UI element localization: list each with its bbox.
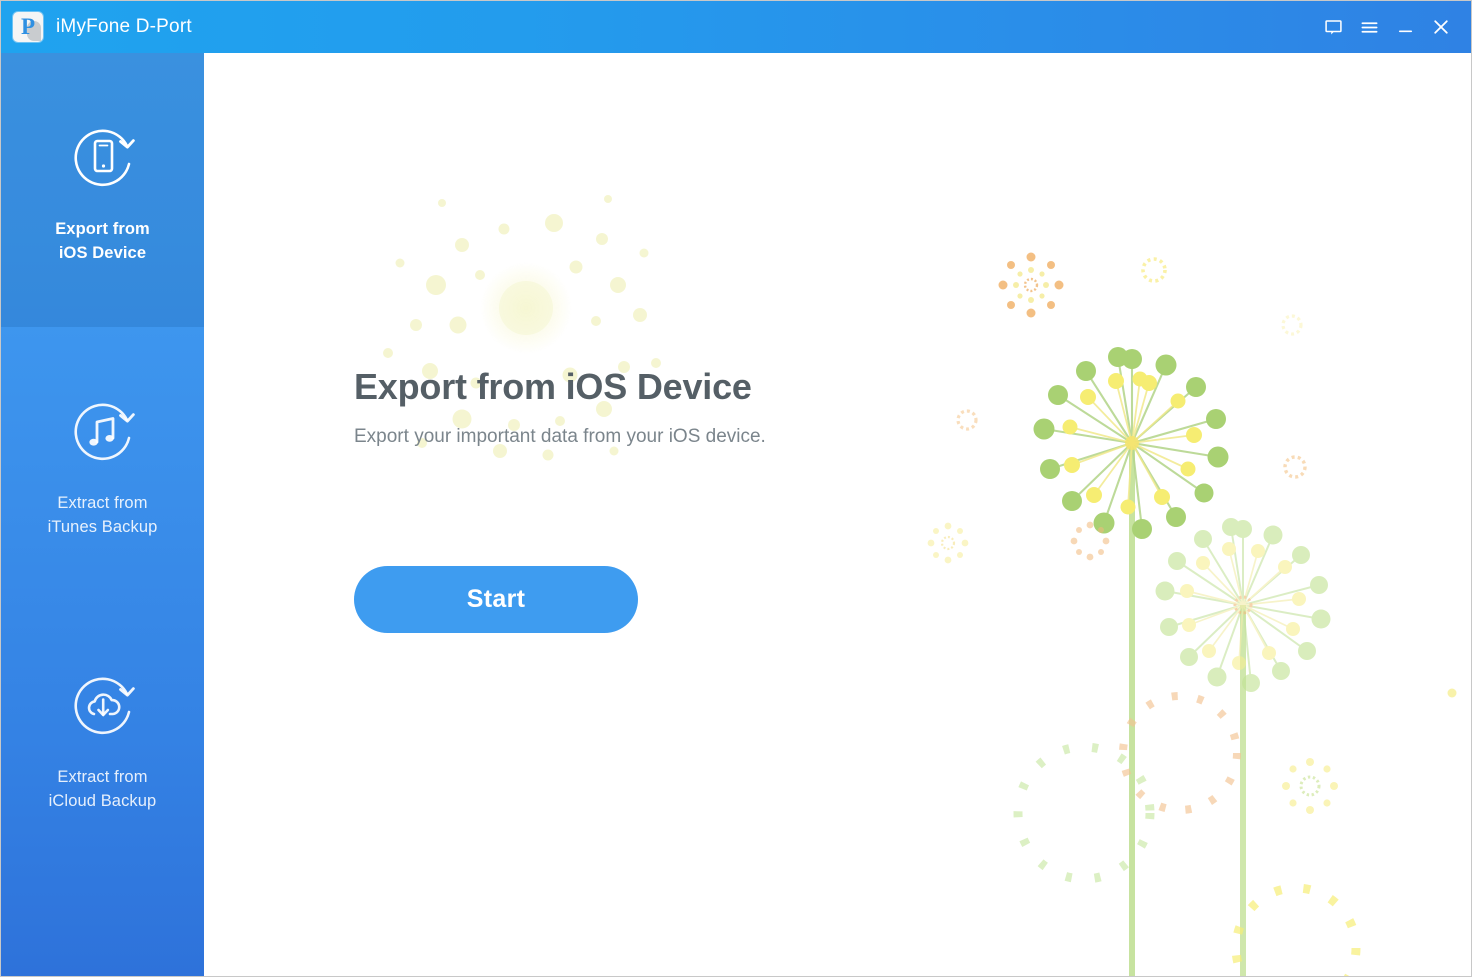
- floret-yellow-bottom: [1282, 758, 1338, 814]
- dandelion-background-illustration: [383, 195, 1457, 976]
- sidebar-item-extract-from-icloud-backup[interactable]: Extract from iCloud Backup: [1, 623, 204, 853]
- ring-yellow-small-2: [1281, 314, 1303, 336]
- ring-orange-small-2: [1283, 455, 1307, 479]
- floret-yellow-left: [927, 522, 969, 564]
- sidebar-item-label: Export from iOS Device: [55, 218, 150, 266]
- sidebar-label-line1: Export from: [55, 220, 150, 239]
- page-subtitle: Export your important data from your iOS…: [354, 426, 766, 447]
- ring-orange-large: [1119, 692, 1241, 814]
- sidebar-label-line1: Extract from: [57, 494, 148, 513]
- start-button[interactable]: Start: [354, 566, 638, 633]
- logo-letter: P: [20, 14, 36, 39]
- sidebar-label-line2: iTunes Backup: [47, 518, 158, 536]
- sidebar-item-label: Extract from iCloud Backup: [49, 766, 157, 814]
- content-area: Export from iOS Device Export your impor…: [204, 53, 1471, 976]
- menu-icon[interactable]: [1353, 11, 1385, 43]
- page-title: Export from iOS Device: [354, 366, 752, 407]
- ring-yellow-large: [1231, 883, 1361, 976]
- music-note-refresh-icon: [57, 388, 149, 480]
- app-window: P iMyFone D-Port Export from iOS Device …: [0, 0, 1472, 977]
- dandelion-secondary: [1155, 518, 1331, 692]
- title-bar: P iMyFone D-Port: [1, 1, 1471, 53]
- headline-block: Export from iOS Device Export your impor…: [354, 366, 766, 448]
- phone-refresh-icon: [57, 114, 149, 206]
- feedback-icon[interactable]: [1317, 11, 1349, 43]
- ring-yellow-small-1: [1141, 257, 1167, 283]
- close-icon[interactable]: [1425, 11, 1457, 43]
- sidebar-item-export-from-ios-device[interactable]: Export from iOS Device: [1, 53, 204, 327]
- sidebar: Export from iOS Device Extract from iTun…: [1, 53, 204, 976]
- floret-orange-top: [998, 252, 1064, 318]
- app-title: iMyFone D-Port: [56, 16, 192, 37]
- stray-dots: [1447, 688, 1457, 698]
- ring-green-large: [1013, 742, 1155, 884]
- ring-orange-small-1: [956, 409, 978, 431]
- dandelion-stems: [1129, 443, 1246, 976]
- sidebar-label-line1: Extract from: [57, 768, 148, 787]
- sidebar-item-extract-from-itunes-backup[interactable]: Extract from iTunes Backup: [1, 349, 204, 579]
- sidebar-item-label: Extract from iTunes Backup: [48, 492, 158, 540]
- p-logo-icon: P: [13, 12, 43, 42]
- sidebar-label-line2: iOS Device: [58, 244, 147, 262]
- sidebar-label-line2: iCloud Backup: [48, 792, 157, 810]
- floret-orange-left-low: [1070, 521, 1110, 561]
- dandelion-primary: [1033, 347, 1229, 539]
- minimize-icon[interactable]: [1389, 11, 1421, 43]
- cloud-download-refresh-icon: [57, 662, 149, 754]
